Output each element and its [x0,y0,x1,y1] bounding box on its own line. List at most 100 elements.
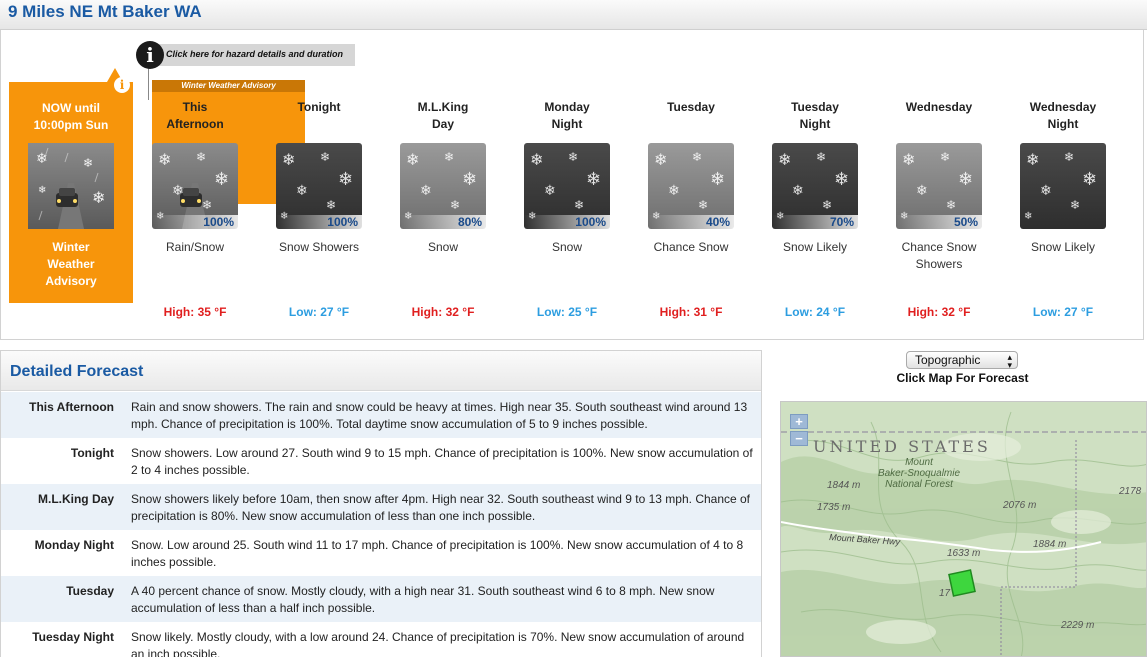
period-name-line1: Wednesday [1029,100,1097,114]
period-temperature: High: 31 °F [659,305,723,319]
period-desc-line1: Chance Snow [653,240,729,254]
period-desc-line1: Rain/Snow [165,240,225,254]
weather-icon[interactable]: ❄❄❄❄❄❄80% [400,143,486,229]
period-name-line2: Night [551,117,583,131]
svg-text:❄: ❄ [444,150,454,164]
weather-icon[interactable]: ❄ ❄ ❄ ❄ ❄ ❄ [1020,143,1106,229]
period-description: Snow [507,239,627,273]
period-temperature: Low: 25 °F [536,305,598,319]
svg-text:❄: ❄ [338,169,353,189]
detailed-period-label: Tuesday [66,584,114,598]
svg-text:❄: ❄ [462,169,477,189]
svg-text:❄: ❄ [940,150,950,164]
zoom-in-button[interactable]: + [790,414,808,429]
now-label-line1: Winter [52,240,90,254]
svg-text:❄: ❄ [698,198,708,212]
map-elevation: 2229 m [1060,620,1094,631]
svg-text:❄: ❄ [202,198,212,212]
map-elevation: 1633 m [947,548,980,559]
map-layer-select[interactable]: Topographic ▴ ▾ [906,351,1018,370]
period-name-line2: Day [431,117,454,131]
svg-text:❄: ❄ [544,182,556,198]
now-hazard-box[interactable]: i NOW until 10:00pm Sun ❄ ❄ ❄ ❄ Winter W… [9,68,133,303]
detailed-forecast-row: M.L.King Day Snow showers likely before 1… [1,484,761,530]
weather-icon[interactable]: ❄❄❄❄❄❄40% [648,143,734,229]
svg-text:❄: ❄ [158,152,171,169]
period-desc-line1: Snow Likely [782,240,848,254]
weather-icon[interactable]: ❄❄❄❄❄❄50% [896,143,982,229]
period-name: Wednesday [879,99,999,133]
detailed-period-label: Tonight [70,446,114,460]
now-label-line2: Weather [47,257,95,271]
period-desc-line1: Snow [551,240,583,254]
now-hazard-label: Winter Weather Advisory [9,239,133,290]
detailed-forecast-row: Tuesday A 40 percent chance of snow. Most… [1,576,761,622]
forecast-period[interactable]: M.L.KingDay ❄❄❄❄❄❄80% Snow High: 32 °F [383,99,503,319]
forecast-location-marker[interactable] [948,569,976,597]
period-temperature: Low: 27 °F [288,305,350,319]
svg-text:❄: ❄ [710,169,725,189]
svg-text:❄: ❄ [172,182,184,198]
detailed-forecast-row: Tonight Snow showers. Low around 27. Sout… [1,438,761,484]
map-elevation: 1735 m [817,502,850,513]
period-description: Snow Likely [755,239,875,273]
period-name: M.L.King Day [383,99,503,133]
advisory-banner[interactable]: Winter Weather Advisory [152,80,305,92]
precip-chance: 70% [772,215,858,229]
forecast-period[interactable]: Wednesday❄❄❄❄❄❄50%Chance SnowShowersHigh… [879,99,999,319]
map-elevation: 1844 m [827,480,860,491]
period-name-line2: Night [799,117,831,131]
weather-icon[interactable]: ❄❄❄❄❄❄100% [524,143,610,229]
svg-text:❄: ❄ [1064,150,1074,164]
svg-text:❄: ❄ [450,198,460,212]
svg-text:❄: ❄ [92,190,105,207]
svg-text:❄: ❄ [282,152,295,169]
period-name-line1: Wednesday [905,100,973,114]
map-elevation: 1884 m [1033,539,1066,550]
info-icon[interactable]: i [114,77,130,93]
forecast-period[interactable]: ThisAfternoon❄❄❄❄❄❄100%Rain/SnowHigh: 35… [135,99,255,319]
svg-text:❄: ❄ [586,169,601,189]
svg-text:❄: ❄ [654,152,667,169]
svg-text:❄: ❄ [902,152,915,169]
weather-icon[interactable]: ❄❄❄❄❄❄100% [276,143,362,229]
weather-icon[interactable]: ❄❄❄❄❄❄100% [152,143,238,229]
svg-text:❄: ❄ [668,182,680,198]
map-elevation: 17 [939,588,951,599]
map-country-label: UNITED STATES [813,437,991,456]
forecast-period[interactable]: Tonight❄❄❄❄❄❄100%Snow ShowersLow: 27 °F [259,99,379,319]
svg-text:❄: ❄ [296,182,308,198]
forecast-period[interactable]: TuesdayNight❄❄❄❄❄❄70%Snow LikelyLow: 24 … [755,99,875,319]
hazard-details-link[interactable]: Click here for hazard details and durati… [150,44,355,66]
rain-snow-car-image: ❄ ❄ ❄ ❄ [28,143,114,229]
period-temperature: Low: 24 °F [784,305,846,319]
detailed-forecast-row: This Afternoon Rain and snow showers. The… [1,392,761,438]
precip-chance: 50% [896,215,982,229]
weather-icon[interactable]: ❄❄❄❄❄❄70% [772,143,858,229]
map-forest-label-3: National Forest [885,479,954,490]
svg-text:❄: ❄ [834,169,849,189]
forecast-period[interactable]: Tuesday❄❄❄❄❄❄40%Chance SnowHigh: 31 °F [631,99,751,319]
period-description: Rain/Snow [135,239,255,273]
location-title: 9 Miles NE Mt Baker WA [8,2,202,21]
svg-text:❄: ❄ [1040,182,1052,198]
detailed-period-text: Rain and snow showers. The rain and snow… [131,400,748,431]
svg-text:❄: ❄ [38,185,46,196]
zoom-out-button[interactable]: − [790,431,808,446]
period-temperature: High: 32 °F [411,305,475,319]
svg-text:❄: ❄ [568,150,578,164]
info-icon[interactable]: i [136,41,164,69]
topo-map-image[interactable]: UNITED STATES Mount Baker-Snoqualmie Nat… [781,402,1147,657]
forecast-period[interactable]: MondayNight❄❄❄❄❄❄100%SnowLow: 25 °F [507,99,627,319]
svg-text:❄: ❄ [214,169,229,189]
forecast-period[interactable]: Wednesday Night ❄ ❄ ❄ ❄ ❄ ❄ Snow Likely Low: 27 °… [1003,99,1123,319]
period-description: Snow Showers [259,239,379,273]
period-temperature: Low: 27 °F [1032,305,1094,319]
forecast-map[interactable]: UNITED STATES Mount Baker-Snoqualmie Nat… [780,401,1147,657]
location-header: 9 Miles NE Mt Baker WA [0,0,1147,30]
detailed-period-text: Snow showers likely before 10am, then sn… [131,492,751,523]
period-description: Snow [383,239,503,273]
period-name: Wednesday Night [1003,99,1123,133]
period-description: Snow Likely [1003,239,1123,273]
svg-text:❄: ❄ [530,152,543,169]
